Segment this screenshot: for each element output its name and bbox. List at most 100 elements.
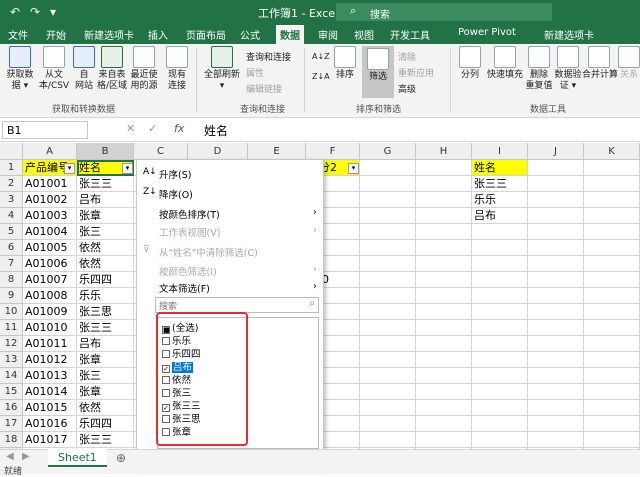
cell[interactable] (472, 432, 528, 448)
row-header[interactable]: 3 (0, 192, 23, 208)
cell[interactable] (472, 400, 528, 416)
from-text-button[interactable]: 从文 本/CSV (38, 46, 70, 92)
cell[interactable]: 张三三 (472, 176, 528, 192)
add-sheet-icon[interactable]: ⊕ (116, 451, 126, 465)
filter-button[interactable]: 筛选 (362, 46, 394, 98)
customize-qat-icon[interactable]: ▾ (44, 3, 62, 21)
from-table-button[interactable]: 来自表 格/区域 (96, 46, 128, 92)
cell[interactable] (528, 336, 584, 352)
row-header[interactable]: 2 (0, 176, 23, 192)
cell[interactable] (360, 240, 416, 256)
cell[interactable] (360, 320, 416, 336)
cell[interactable] (472, 336, 528, 352)
tab-review[interactable]: 审阅 (318, 27, 338, 42)
row-header[interactable]: 13 (0, 352, 23, 368)
cell[interactable] (360, 336, 416, 352)
filter-dropdown-icon[interactable]: ▾ (348, 163, 359, 174)
cell[interactable] (584, 288, 640, 304)
tab-developer[interactable]: 开发工具 (390, 27, 430, 42)
row-header[interactable]: 14 (0, 368, 23, 384)
cell[interactable] (360, 176, 416, 192)
cell[interactable] (472, 288, 528, 304)
cell[interactable]: 依然 (77, 240, 134, 256)
column-header-f[interactable]: F (306, 143, 360, 160)
cell[interactable]: A01014 (23, 384, 77, 400)
cell[interactable] (472, 304, 528, 320)
cell[interactable] (528, 256, 584, 272)
data-validation-button[interactable]: 数据验 证 ▾ (554, 46, 582, 92)
cell[interactable]: 乐乐 (472, 192, 528, 208)
cell[interactable] (528, 320, 584, 336)
row-header[interactable]: 4 (0, 208, 23, 224)
menu-sort-by-color[interactable]: 按颜色排序(T) › (159, 207, 317, 221)
cell[interactable] (472, 240, 528, 256)
cell[interactable] (528, 208, 584, 224)
cell[interactable] (416, 320, 472, 336)
cell[interactable] (416, 400, 472, 416)
cell[interactable] (584, 336, 640, 352)
select-all-corner[interactable] (0, 143, 23, 160)
column-header-c[interactable]: C (134, 143, 188, 160)
column-header-e[interactable]: E (248, 143, 306, 160)
cell[interactable] (360, 288, 416, 304)
cell[interactable] (528, 400, 584, 416)
cell[interactable] (528, 176, 584, 192)
cell[interactable] (528, 304, 584, 320)
cell[interactable] (528, 192, 584, 208)
menu-text-filters[interactable]: 文本筛选(F) › (159, 281, 317, 295)
cell[interactable]: A01006 (23, 256, 77, 272)
tab-insert[interactable]: 插入 (148, 27, 168, 42)
cell[interactable] (416, 256, 472, 272)
cell[interactable]: A01010 (23, 320, 77, 336)
row-header[interactable]: 15 (0, 384, 23, 400)
cell[interactable] (416, 336, 472, 352)
row-header[interactable]: 7 (0, 256, 23, 272)
cell[interactable]: A01013 (23, 368, 77, 384)
menu-sort-ascending[interactable]: 升序(S) (159, 167, 191, 181)
cell[interactable] (528, 160, 584, 176)
row-header[interactable]: 11 (0, 320, 23, 336)
formula-input[interactable]: 姓名 (204, 122, 228, 139)
tab-home[interactable]: 开始 (46, 27, 66, 42)
existing-connections-button[interactable]: 现有 连接 (164, 46, 190, 92)
row-header[interactable]: 18 (0, 432, 23, 448)
cell[interactable]: A01011 (23, 336, 77, 352)
cell[interactable]: A01007 (23, 272, 77, 288)
consolidate-button[interactable]: 合并计算 (582, 46, 618, 81)
queries-connections-button[interactable]: 查询和连接 (246, 50, 291, 63)
recent-sources-button[interactable]: 最近使 用的源 (128, 46, 160, 92)
menu-sheet-view[interactable]: 工作表视图(V) › (159, 225, 317, 239)
cell[interactable]: 张三 (77, 368, 134, 384)
cell[interactable] (472, 416, 528, 432)
menu-sort-descending[interactable]: 降序(O) (159, 187, 193, 201)
column-header-i[interactable]: I (472, 143, 528, 160)
cell[interactable] (528, 368, 584, 384)
row-header[interactable]: 10 (0, 304, 23, 320)
remove-duplicates-button[interactable]: 删除 重复值 (524, 46, 554, 92)
cell[interactable]: 乐乐 (77, 288, 134, 304)
cell[interactable]: 吕布 (472, 208, 528, 224)
column-header-d[interactable]: D (188, 143, 248, 160)
cell[interactable]: 张章 (77, 384, 134, 400)
cell[interactable] (416, 368, 472, 384)
cell[interactable]: A01017 (23, 432, 77, 448)
cell[interactable]: A01016 (23, 416, 77, 432)
menu-clear-filter[interactable]: 从"姓名"中清除筛选(C) (159, 245, 258, 259)
criteria-header-cell[interactable]: 姓名 (472, 160, 528, 176)
cell[interactable] (584, 208, 640, 224)
cell[interactable]: A01015 (23, 400, 77, 416)
cell[interactable] (584, 192, 640, 208)
text-to-columns-button[interactable]: 分列 (456, 46, 484, 81)
cell[interactable] (584, 160, 640, 176)
filter-dropdown-icon[interactable]: ▾ (122, 163, 133, 174)
sort-a-z-icon[interactable]: A↓Z (312, 52, 330, 61)
flash-fill-button[interactable]: 快速填充 (486, 46, 524, 81)
cell[interactable] (584, 368, 640, 384)
cell[interactable]: A01012 (23, 352, 77, 368)
cell[interactable] (416, 432, 472, 448)
cell[interactable] (360, 432, 416, 448)
column-header-g[interactable]: G (360, 143, 416, 160)
cell[interactable] (584, 304, 640, 320)
row-header[interactable]: 16 (0, 400, 23, 416)
sheet-nav-right-icon[interactable]: ▶ (22, 451, 30, 462)
